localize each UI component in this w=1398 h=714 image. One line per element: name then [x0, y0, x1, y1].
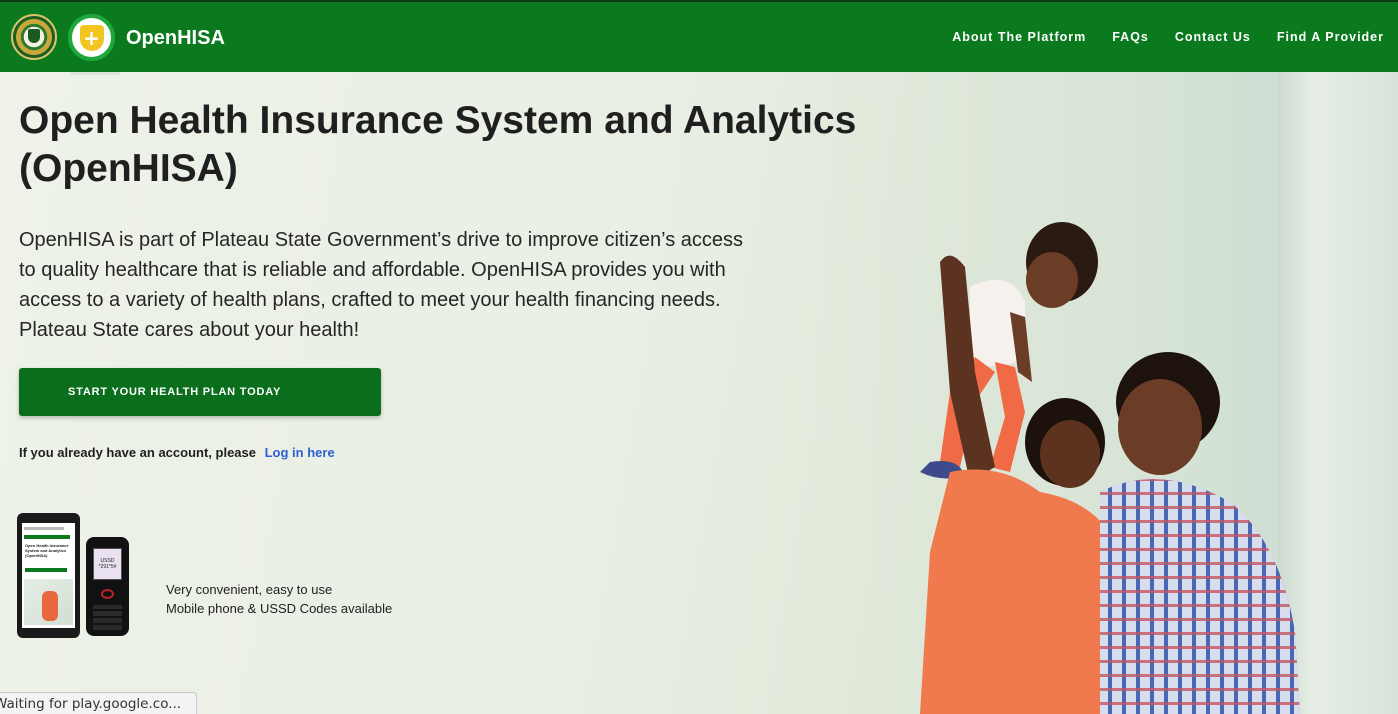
openhisa-logo-icon[interactable]: + — [68, 14, 115, 61]
screen-title-text: Open Health Insurance System and Analyti… — [25, 543, 69, 558]
status-text: Waiting for play.google.co... — [0, 696, 182, 712]
nav-active-indicator — [70, 72, 120, 75]
page-title: Open Health Insurance System and Analyti… — [19, 99, 857, 190]
mother-face — [1040, 420, 1100, 488]
nav-about-link[interactable]: About The Platform — [952, 30, 1086, 44]
mother-dress — [920, 469, 1130, 714]
hero-description: OpenHISA is part of Plateau State Govern… — [19, 229, 744, 341]
phone-dpad — [101, 589, 114, 599]
screen-header — [24, 527, 64, 530]
nav-faqs-link[interactable]: FAQs — [1112, 30, 1149, 44]
screen-photo — [24, 579, 73, 625]
feature-phone-image: USSD *291*5# — [86, 537, 129, 636]
brand-name[interactable]: OpenHISA — [126, 27, 225, 50]
father-face — [1118, 379, 1202, 475]
phone-keypad — [93, 605, 122, 630]
shield-plus-icon: + — [79, 24, 104, 51]
login-prompt: If you already have an account, please L… — [19, 445, 335, 460]
smartphone-screen: Open Health Insurance System and Analyti… — [22, 523, 75, 628]
father-shirt-pattern — [1100, 479, 1300, 714]
baby-leg-right — [990, 362, 1025, 472]
mobile-feature-line-1: Very convenient, easy to use — [166, 582, 333, 597]
screen-nav — [24, 535, 70, 539]
state-seal-icon[interactable] — [11, 14, 57, 60]
navbar: + OpenHISA About The Platform FAQs Conta… — [0, 2, 1398, 72]
screen-button — [25, 568, 67, 572]
baby-face — [1026, 252, 1078, 308]
mobile-feature-line-2: Mobile phone & USSD Codes available — [166, 601, 393, 616]
login-link[interactable]: Log in here — [265, 445, 335, 460]
nav-contact-link[interactable]: Contact Us — [1175, 30, 1251, 44]
nav-find-provider-link[interactable]: Find A Provider — [1277, 30, 1384, 44]
seal-emblem — [28, 29, 40, 43]
mobile-features: Very convenient, easy to use Mobile phon… — [166, 580, 392, 618]
login-prompt-text: If you already have an account, please — [19, 445, 256, 460]
start-health-plan-button[interactable]: START YOUR HEALTH PLAN TODAY — [19, 368, 381, 416]
smartphone-image: Open Health Insurance System and Analyti… — [17, 513, 80, 638]
browser-status-bar: Waiting for play.google.co... — [0, 692, 197, 714]
nav-links: About The Platform FAQs Contact Us Find … — [926, 30, 1384, 44]
ussd-screen: USSD *291*5# — [93, 548, 122, 580]
